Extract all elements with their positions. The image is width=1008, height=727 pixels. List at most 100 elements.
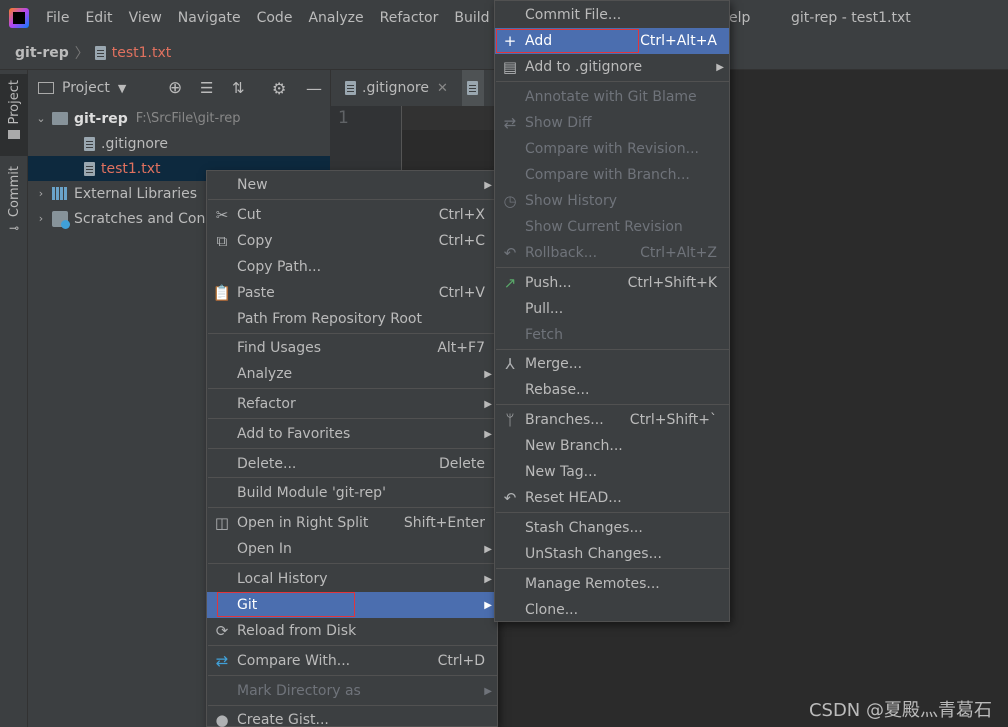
collapsed-arrow-icon[interactable]: › xyxy=(34,212,48,225)
editor-content-area[interactable] xyxy=(730,70,1008,727)
menu-item-compare-with[interactable]: ⇄ Compare With... Ctrl+D xyxy=(207,648,497,674)
menu-label: Analyze xyxy=(237,366,293,382)
menu-shortcut: Delete xyxy=(439,456,485,472)
submenu-arrow-icon: ▶ xyxy=(484,599,492,611)
collapse-all-icon[interactable]: ⇅ xyxy=(232,79,245,97)
menu-item-cut[interactable]: ✂ Cut Ctrl+X xyxy=(207,202,497,228)
menu-label: Copy xyxy=(237,233,273,249)
hide-panel-icon[interactable]: — xyxy=(306,79,322,98)
menu-label: Find Usages xyxy=(237,340,322,356)
menu-item-add-to-favorites[interactable]: Add to Favorites ▶ xyxy=(207,421,497,447)
menu-item-branches[interactable]: ᛘ Branches... Ctrl+Shift+` xyxy=(495,407,729,433)
menu-item-fetch: Fetch xyxy=(495,322,729,348)
locate-file-icon[interactable]: ⊕ xyxy=(168,78,182,98)
menu-label: Annotate with Git Blame xyxy=(525,89,697,105)
expand-arrow-icon[interactable]: ⌄ xyxy=(34,112,48,125)
submenu-arrow-icon: ▶ xyxy=(484,179,492,191)
menu-item-git[interactable]: Git ▶ xyxy=(207,592,497,618)
menu-item-new[interactable]: New ▶ xyxy=(207,172,497,198)
collapsed-arrow-icon[interactable]: › xyxy=(34,187,48,200)
editor-current-line[interactable] xyxy=(402,106,495,130)
menu-item-paste[interactable]: 📋 Paste Ctrl+V xyxy=(207,280,497,306)
menu-item-delete[interactable]: Delete... Delete xyxy=(207,451,497,477)
menu-item-clone[interactable]: Clone... xyxy=(495,597,729,623)
menu-item-add[interactable]: + Add Ctrl+Alt+A xyxy=(495,28,729,54)
menu-item-reset-head[interactable]: ↶ Reset HEAD... xyxy=(495,485,729,511)
github-icon: ● xyxy=(215,711,229,727)
menu-item-open-in[interactable]: Open In ▶ xyxy=(207,536,497,562)
copy-icon: ⧉ xyxy=(216,232,228,250)
menu-item-add-to-gitignore[interactable]: ▤ Add to .gitignore ▶ xyxy=(495,54,729,80)
menu-item-build-module[interactable]: Build Module 'git-rep' xyxy=(207,480,497,506)
menu-item-find-usages[interactable]: Find Usages Alt+F7 xyxy=(207,335,497,361)
menu-separator xyxy=(208,705,498,706)
submenu-arrow-icon: ▶ xyxy=(716,61,724,73)
breadcrumb-project[interactable]: git-rep xyxy=(15,45,69,61)
menu-code[interactable]: Code xyxy=(249,0,301,36)
menu-label: Git xyxy=(237,597,258,613)
submenu-arrow-icon: ▶ xyxy=(484,428,492,440)
menu-item-merge[interactable]: ⅄ Merge... xyxy=(495,351,729,377)
menu-shortcut: Ctrl+Shift+` xyxy=(629,412,717,428)
expand-all-icon[interactable]: ☰ xyxy=(200,79,213,97)
menu-item-local-history[interactable]: Local History ▶ xyxy=(207,566,497,592)
close-icon[interactable]: ✕ xyxy=(437,81,448,96)
menu-item-copy-path[interactable]: Copy Path... xyxy=(207,254,497,280)
menu-label: Commit File... xyxy=(525,7,622,23)
menu-item-refactor[interactable]: Refactor ▶ xyxy=(207,391,497,417)
menu-item-copy[interactable]: ⧉ Copy Ctrl+C xyxy=(207,228,497,254)
menu-item-open-right-split[interactable]: ◫ Open in Right Split Shift+Enter xyxy=(207,510,497,536)
project-tool-tab[interactable]: Project xyxy=(0,74,28,156)
split-view-icon: ◫ xyxy=(214,514,230,532)
menu-separator xyxy=(208,645,498,646)
menu-separator xyxy=(496,404,730,405)
scratches-icon xyxy=(52,210,70,229)
menu-build[interactable]: Build xyxy=(446,0,497,36)
menu-item-stash[interactable]: Stash Changes... xyxy=(495,515,729,541)
breadcrumb-file[interactable]: test1.txt xyxy=(112,45,172,61)
menu-item-create-gist[interactable]: ● Create Gist... xyxy=(207,707,497,727)
menu-item-rebase[interactable]: Rebase... xyxy=(495,377,729,403)
menu-item-push[interactable]: ↗ Push... Ctrl+Shift+K xyxy=(495,270,729,296)
gitignore-file-icon xyxy=(345,81,356,95)
editor-tab-gitignore[interactable]: .gitignore xyxy=(362,80,429,96)
menu-navigate[interactable]: Navigate xyxy=(170,0,249,36)
chevron-down-icon[interactable]: ▼ xyxy=(118,82,126,95)
menu-shortcut: Ctrl+Shift+K xyxy=(627,275,717,291)
gear-icon[interactable]: ⚙ xyxy=(272,79,286,98)
tree-item-git-rep[interactable]: ⌄ git-rep F:\SrcFile\git-rep xyxy=(28,106,330,131)
menu-label: Open In xyxy=(237,541,292,557)
menu-analyze[interactable]: Analyze xyxy=(300,0,371,36)
menu-edit[interactable]: Edit xyxy=(77,0,120,36)
project-panel-title[interactable]: Project xyxy=(62,80,110,96)
menu-separator xyxy=(496,568,730,569)
context-menu: New ▶ ✂ Cut Ctrl+X ⧉ Copy Ctrl+C Copy Path...… xyxy=(206,170,498,727)
commit-icon: ⊸ xyxy=(8,221,20,236)
commit-tool-tab[interactable]: Commit ⊸ xyxy=(0,166,28,246)
menu-item-pull[interactable]: Pull... xyxy=(495,296,729,322)
menu-separator xyxy=(496,81,730,82)
menu-item-analyze[interactable]: Analyze ▶ xyxy=(207,361,497,387)
menu-item-commit-file[interactable]: Commit File... xyxy=(495,2,729,28)
submenu-arrow-icon: ▶ xyxy=(484,685,492,697)
menu-item-new-branch[interactable]: New Branch... xyxy=(495,433,729,459)
editor-tab-test1[interactable] xyxy=(461,70,484,106)
menu-label: Delete... xyxy=(237,456,297,472)
menu-label: Rollback... xyxy=(525,245,598,261)
menu-shortcut: Ctrl+Alt+A xyxy=(640,33,717,49)
menu-item-manage-remotes[interactable]: Manage Remotes... xyxy=(495,571,729,597)
menu-file[interactable]: File xyxy=(38,0,77,36)
menu-refactor[interactable]: Refactor xyxy=(372,0,447,36)
breadcrumb-separator-icon: 〉 xyxy=(74,45,89,62)
menu-item-reload-from-disk[interactable]: ⟳ Reload from Disk xyxy=(207,618,497,644)
menu-item-path-from-repo-root[interactable]: Path From Repository Root xyxy=(207,306,497,332)
folder-icon xyxy=(8,130,20,140)
intellij-logo-icon[interactable] xyxy=(9,8,29,28)
menu-item-new-tag[interactable]: New Tag... xyxy=(495,459,729,485)
menu-item-unstash[interactable]: UnStash Changes... xyxy=(495,541,729,567)
gitignore-file-icon xyxy=(84,136,95,151)
menu-view[interactable]: View xyxy=(121,0,170,36)
menu-help[interactable]: elp xyxy=(729,0,750,36)
menu-separator xyxy=(496,349,730,350)
tree-item-gitignore[interactable]: .gitignore xyxy=(28,131,330,156)
